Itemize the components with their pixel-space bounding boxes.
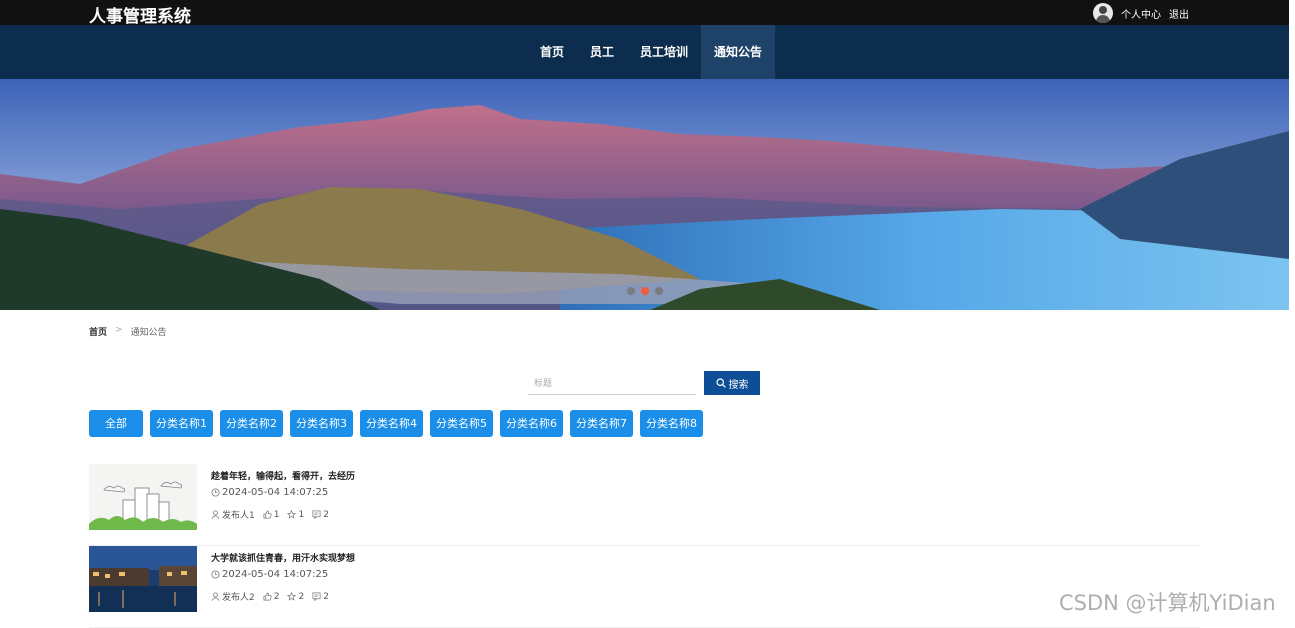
publisher-name: 发布人1 <box>222 511 255 521</box>
logout-link[interactable]: 退出 <box>1169 6 1189 21</box>
list-item[interactable]: 趁着年轻，输得起，看得开，去经历 2024-05-04 14:07:25 发布人… <box>89 464 1200 546</box>
notice-meta: 发布人1 1 1 2 <box>211 508 329 521</box>
thumbs-up-icon <box>263 510 272 519</box>
banner-carousel[interactable] <box>0 79 1289 310</box>
breadcrumb-current: 通知公告 <box>130 328 167 338</box>
category-button[interactable]: 分类名称6 <box>500 410 563 437</box>
list-item[interactable]: 大学就该抓住青春，用汗水实现梦想 2024-05-04 14:07:25 发布人… <box>89 546 1200 628</box>
notice-thumbnail[interactable] <box>89 546 197 612</box>
search-icon <box>715 378 726 388</box>
star-icon <box>287 592 297 601</box>
favorite-meta: 2 <box>287 590 304 603</box>
user-icon <box>211 510 220 519</box>
favorite-meta: 1 <box>287 508 304 521</box>
notice-time: 2024-05-04 14:07:25 <box>211 487 328 498</box>
notice-time-text: 2024-05-04 14:07:25 <box>222 569 329 580</box>
breadcrumb-separator: > <box>115 325 123 335</box>
category-button[interactable]: 分类名称7 <box>570 410 633 437</box>
notice-thumbnail[interactable] <box>89 464 197 530</box>
category-button[interactable]: 分类名称3 <box>290 410 353 437</box>
category-button[interactable]: 分类名称8 <box>640 410 703 437</box>
category-button[interactable]: 分类名称4 <box>360 410 423 437</box>
comment-icon <box>312 510 321 519</box>
category-button[interactable]: 分类名称5 <box>430 410 493 437</box>
publisher-name: 发布人2 <box>222 593 255 603</box>
notice-title[interactable]: 大学就该抓住青春，用汗水实现梦想 <box>211 551 355 564</box>
clock-icon <box>211 488 220 497</box>
user-area: 个人中心 退出 <box>1093 3 1189 23</box>
notice-time: 2024-05-04 14:07:25 <box>211 569 328 580</box>
carousel-dot[interactable] <box>655 287 663 295</box>
comment-meta: 2 <box>312 508 329 521</box>
publisher-meta: 发布人2 <box>211 590 255 603</box>
main-nav: 首页 员工 员工培训 通知公告 <box>0 25 1289 79</box>
carousel-dot-active[interactable] <box>641 287 649 295</box>
avatar[interactable] <box>1093 3 1113 23</box>
comment-count: 2 <box>323 591 329 602</box>
favorite-count: 1 <box>298 509 305 520</box>
category-button[interactable]: 分类名称1 <box>150 410 213 437</box>
search-input[interactable] <box>528 371 696 395</box>
watermark: CSDN @计算机YiDian <box>1059 591 1276 615</box>
notice-list: 趁着年轻，输得起，看得开，去经历 2024-05-04 14:07:25 发布人… <box>89 464 1200 628</box>
breadcrumb-home[interactable]: 首页 <box>89 325 107 338</box>
comment-count: 2 <box>323 509 329 520</box>
like-meta: 2 <box>263 590 280 603</box>
clock-icon <box>211 570 220 579</box>
user-icon <box>211 592 220 601</box>
search-row: 搜索 <box>528 371 760 395</box>
favorite-count: 2 <box>298 591 305 602</box>
notice-time-text: 2024-05-04 14:07:25 <box>222 487 329 498</box>
nav-item-training[interactable]: 员工培训 <box>627 25 701 79</box>
nav-item-home[interactable]: 首页 <box>527 25 577 79</box>
app-title: 人事管理系统 <box>89 7 191 27</box>
carousel-dots <box>627 287 663 295</box>
comment-meta: 2 <box>312 590 329 603</box>
publisher-meta: 发布人1 <box>211 508 255 521</box>
notice-meta: 发布人2 2 2 2 <box>211 590 329 603</box>
city-sketch-image <box>89 464 197 530</box>
star-icon <box>287 510 297 519</box>
search-button[interactable]: 搜索 <box>704 371 760 395</box>
thumbs-up-icon <box>263 592 272 601</box>
like-count: 1 <box>273 509 280 520</box>
carousel-dot[interactable] <box>627 287 635 295</box>
banner-image <box>0 79 1289 310</box>
like-count: 2 <box>273 591 280 602</box>
category-filter: 全部 分类名称1 分类名称2 分类名称3 分类名称4 分类名称5 分类名称6 分… <box>89 410 703 437</box>
notice-title[interactable]: 趁着年轻，输得起，看得开，去经历 <box>211 469 355 482</box>
night-canal-image <box>89 546 197 612</box>
category-button[interactable]: 分类名称2 <box>220 410 283 437</box>
nav-item-employee[interactable]: 员工 <box>577 25 627 79</box>
top-bar: 人事管理系统 个人中心 退出 <box>0 0 1289 27</box>
category-all-button[interactable]: 全部 <box>89 410 143 437</box>
breadcrumb: 首页 > 通知公告 <box>89 325 167 338</box>
nav-item-notice[interactable]: 通知公告 <box>701 25 776 79</box>
search-button-label: 搜索 <box>728 379 749 391</box>
comment-icon <box>312 592 321 601</box>
personal-center-link[interactable]: 个人中心 <box>1121 6 1161 21</box>
like-meta: 1 <box>263 508 280 521</box>
